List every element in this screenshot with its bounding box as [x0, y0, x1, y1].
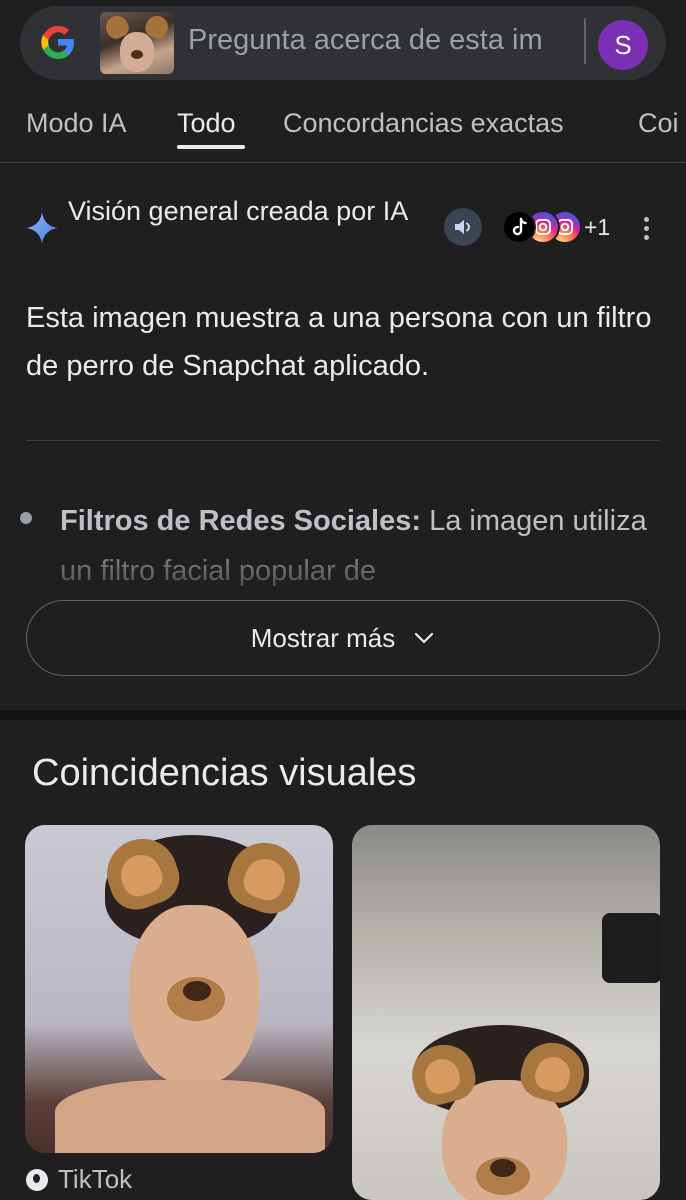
ai-overview-title: Visión general creada por IA: [68, 196, 409, 226]
ai-overview-summary: Esta imagen muestra a una persona con un…: [26, 302, 652, 382]
tab-coincidencias[interactable]: Coi: [638, 108, 679, 139]
visual-match-source[interactable]: TikTok: [26, 1164, 132, 1195]
section-separator: [0, 710, 686, 720]
more-options-icon[interactable]: [636, 212, 656, 246]
dog-nose: [490, 1159, 516, 1177]
tiktok-icon: [26, 1168, 48, 1191]
text-caret: [584, 18, 586, 64]
source-name: TikTok: [58, 1164, 133, 1194]
visual-match-card[interactable]: [25, 825, 333, 1153]
google-lens-results-page: Pregunta acerca de esta im S Modo IA Tod…: [0, 0, 686, 1200]
more-sources-count[interactable]: +1: [584, 214, 610, 241]
tab-concordancias-exactas[interactable]: Concordancias exactas: [283, 108, 564, 139]
account-avatar[interactable]: S: [598, 20, 648, 70]
tab-todo[interactable]: Todo: [177, 108, 236, 139]
tabs-divider: [0, 162, 686, 163]
dog-nose: [183, 981, 211, 1001]
listen-button[interactable]: [444, 208, 482, 246]
search-input[interactable]: Pregunta acerca de esta im: [188, 24, 584, 57]
chevron-down-icon: [415, 632, 434, 644]
visual-matches-title: Coincidencias visuales: [32, 752, 417, 794]
query-image-thumbnail[interactable]: [100, 12, 174, 74]
thumbnail-dog-nose: [131, 50, 143, 59]
visual-match-card[interactable]: [352, 825, 660, 1200]
divider: [26, 440, 660, 441]
google-logo-icon[interactable]: [38, 22, 78, 62]
tab-modo-ia[interactable]: Modo IA: [26, 108, 127, 139]
results-tabs: Modo IA Todo Concordancias exactas Coi: [0, 90, 686, 162]
photo-torso: [55, 1080, 325, 1153]
speaker-icon: [455, 220, 471, 234]
gemini-sparkle-icon: [26, 212, 58, 244]
photo-background-object: [602, 913, 660, 983]
ai-sources[interactable]: [502, 210, 592, 246]
show-more-button[interactable]: Mostrar más: [26, 600, 660, 676]
active-tab-indicator: [177, 145, 245, 149]
bullet-title: Filtros de Redes Sociales:: [60, 505, 422, 537]
show-more-label: Mostrar más: [250, 622, 396, 653]
bullet-icon: [20, 512, 32, 524]
tiktok-icon: [502, 210, 536, 244]
